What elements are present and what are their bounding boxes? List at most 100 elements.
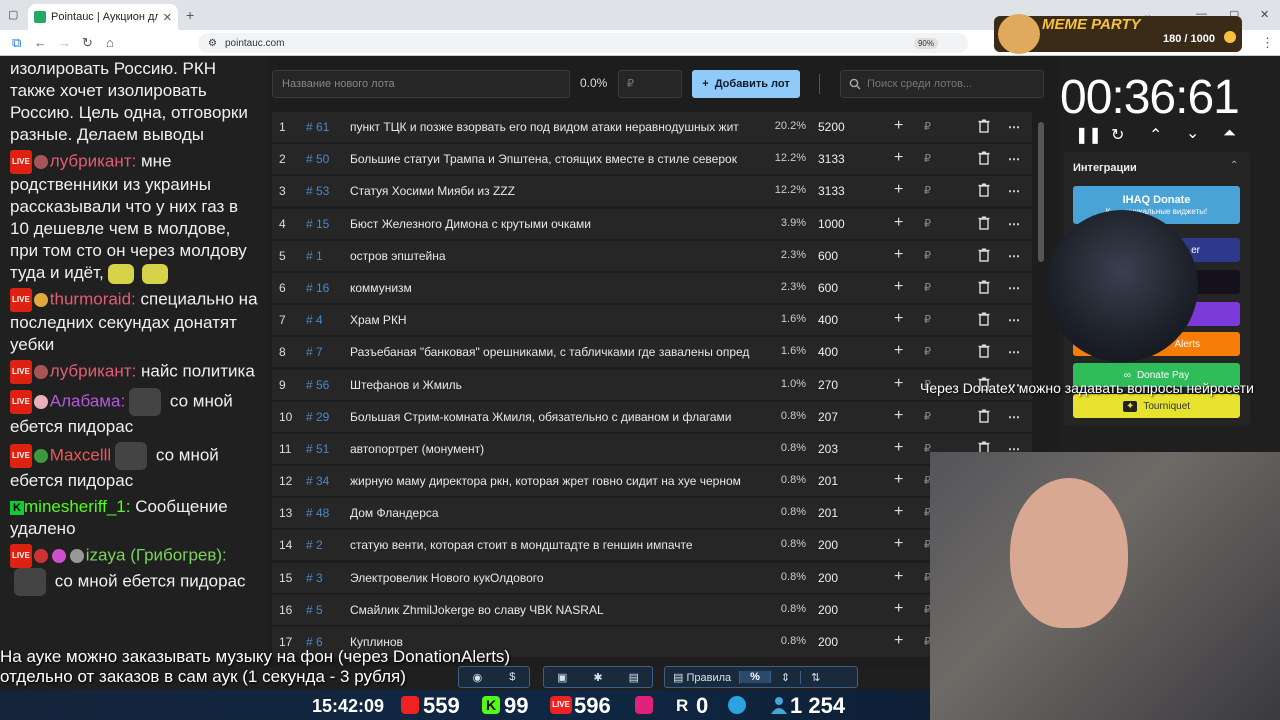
- lots-scrollbar[interactable]: [1038, 122, 1044, 262]
- lot-name[interactable]: Штефанов и Жмиль: [350, 378, 764, 392]
- bug-icon[interactable]: ✱: [593, 671, 602, 684]
- add-amount-icon[interactable]: +: [894, 632, 903, 650]
- lot-name[interactable]: автопортрет (монумент): [350, 442, 764, 456]
- lot-row[interactable]: 9 # 56 Штефанов и Жмиль 1.0% 270 + ₽ ⋯: [272, 369, 1032, 400]
- back-icon[interactable]: ←: [34, 35, 47, 50]
- add-amount-icon[interactable]: +: [894, 535, 903, 553]
- add-amount-icon[interactable]: +: [894, 278, 903, 296]
- sidebar-icon[interactable]: ⧉: [12, 35, 21, 51]
- lot-amount-input[interactable]: ₽: [924, 345, 931, 358]
- lot-name[interactable]: Храм РКН: [350, 313, 764, 327]
- tab-menu-icon[interactable]: ▢: [8, 8, 18, 21]
- delete-icon[interactable]: [978, 409, 990, 426]
- add-amount-icon[interactable]: +: [894, 407, 903, 425]
- lot-name[interactable]: Статуя Хосими Мияби из ZZZ: [350, 184, 764, 198]
- lot-name[interactable]: Большая Стрим-комната Жмиля, обязательно…: [350, 410, 764, 424]
- pause-icon[interactable]: ❚❚: [1075, 125, 1102, 145]
- delete-icon[interactable]: [978, 312, 990, 329]
- zoom-badge[interactable]: 90%: [913, 37, 938, 49]
- new-lot-input[interactable]: Название нового лота: [272, 70, 570, 98]
- more-icon[interactable]: ⋯: [1008, 313, 1020, 327]
- add-amount-icon[interactable]: +: [894, 214, 903, 232]
- add-amount-icon[interactable]: +: [894, 375, 903, 393]
- lot-row[interactable]: 5 # 1 остров эпштейна 2.3% 600 + ₽ ⋯: [272, 240, 1032, 271]
- collapse-icon[interactable]: ⌃: [1230, 160, 1238, 171]
- more-icon[interactable]: ⋯: [1008, 152, 1020, 166]
- lot-name[interactable]: Смайлик ZhmilJokerge во славу ЧВК NASRAL: [350, 603, 764, 617]
- lot-row[interactable]: 8 # 7 Разъебаная "банковая" орешниками, с …: [272, 337, 1032, 368]
- site-info-icon[interactable]: ⚙: [208, 38, 217, 49]
- add-amount-icon[interactable]: +: [894, 117, 903, 135]
- lot-amount-input[interactable]: ₽: [924, 249, 931, 262]
- add-amount-icon[interactable]: +: [894, 310, 903, 328]
- lot-amount-input[interactable]: ₽: [924, 410, 931, 423]
- rules-button[interactable]: ▤ Правила: [665, 670, 741, 684]
- more-icon[interactable]: ⋯: [1008, 281, 1020, 295]
- add-amount-icon[interactable]: +: [894, 342, 903, 360]
- delete-icon[interactable]: [978, 280, 990, 297]
- add-amount-icon[interactable]: +: [894, 471, 903, 489]
- url-field[interactable]: ⚙ pointauc.com 90%: [198, 33, 968, 53]
- lot-name[interactable]: коммунизм: [350, 281, 764, 295]
- amount-input[interactable]: ₽: [618, 70, 682, 98]
- lot-name[interactable]: остров эпштейна: [350, 249, 764, 263]
- lot-amount-input[interactable]: ₽: [924, 281, 931, 294]
- more-icon[interactable]: ⋯: [1008, 217, 1020, 231]
- browser-menu-icon[interactable]: ⋮: [1261, 35, 1274, 51]
- delete-icon[interactable]: [978, 344, 990, 361]
- percent-toggle[interactable]: %: [740, 671, 771, 683]
- reload-icon[interactable]: ↻: [82, 35, 93, 51]
- lot-row[interactable]: 14 # 2 статую венти, которая стоит в мондш…: [272, 530, 1032, 561]
- clear-icon[interactable]: ▤: [629, 671, 639, 684]
- add-amount-icon[interactable]: +: [894, 600, 903, 618]
- lot-name[interactable]: Разъебаная "банковая" орешниками, с табл…: [350, 345, 764, 359]
- lot-name[interactable]: статую венти, которая стоит в мондштадте…: [350, 538, 764, 552]
- lot-row[interactable]: 3 # 53 Статуя Хосими Мияби из ZZZ 12.2% 3133…: [272, 176, 1032, 207]
- delete-icon[interactable]: [978, 216, 990, 233]
- home-icon[interactable]: ⌂: [106, 35, 114, 50]
- add-amount-icon[interactable]: +: [894, 149, 903, 167]
- delete-icon[interactable]: [978, 119, 990, 136]
- lot-name[interactable]: Бюст Железного Димона с крутыми очками: [350, 217, 764, 231]
- tourniquet-button[interactable]: ✦ Tourniquet: [1073, 394, 1240, 418]
- more-icon[interactable]: ⋯: [1008, 120, 1020, 134]
- more-icon[interactable]: ⋯: [1008, 184, 1020, 198]
- lot-row[interactable]: 11 # 51 автопортрет (монумент) 0.8% 203 + ₽ ⋯: [272, 433, 1032, 464]
- lot-row[interactable]: 15 # 3 Электровелик Нового кукОлдового 0.8%…: [272, 562, 1032, 593]
- lot-name[interactable]: жирную маму директора ркн, которая жрет …: [350, 474, 764, 488]
- lot-row[interactable]: 7 # 4 Храм РКН 1.6% 400 + ₽ ⋯: [272, 305, 1032, 336]
- lot-row[interactable]: 16 # 5 Смайлик ZhmilJokerge во славу ЧВК N…: [272, 594, 1032, 625]
- add-amount-icon[interactable]: +: [894, 246, 903, 264]
- lot-amount-input[interactable]: ₽: [924, 120, 931, 133]
- compact-icon[interactable]: ⇕: [771, 670, 802, 684]
- add-amount-icon[interactable]: +: [894, 181, 903, 199]
- forward-icon[interactable]: →: [58, 35, 71, 50]
- lot-amount-input[interactable]: ₽: [924, 217, 931, 230]
- lot-row[interactable]: 12 # 34 жирную маму директора ркн, которая…: [272, 466, 1032, 497]
- lot-amount-input[interactable]: ₽: [924, 152, 931, 165]
- close-window-icon[interactable]: ✕: [1260, 8, 1269, 21]
- lot-search-input[interactable]: Поиск среди лотов...: [840, 70, 1044, 98]
- lot-name[interactable]: пункт ТЦК и позже взорвать его под видом…: [350, 120, 764, 134]
- add-lot-button[interactable]: + Добавить лот: [692, 70, 800, 98]
- subtract-time-icon[interactable]: ⌄: [1186, 123, 1199, 143]
- lot-row[interactable]: 10 # 29 Большая Стрим-комната Жмиля, обяза…: [272, 401, 1032, 432]
- lot-row[interactable]: 1 # 61 пункт ТЦК и позже взорвать его под …: [272, 112, 1032, 142]
- add-time-icon[interactable]: ⌃: [1149, 125, 1162, 145]
- lot-row[interactable]: 13# 48Дом Фландерса0.8%201+₽⋯: [272, 498, 1032, 529]
- add-amount-icon[interactable]: +: [894, 568, 903, 586]
- lot-name[interactable]: Электровелик Нового кукОлдового: [350, 571, 764, 585]
- github-icon[interactable]: ◉: [473, 671, 483, 684]
- add-amount-icon[interactable]: +: [894, 439, 903, 457]
- browser-tab[interactable]: Pointauc | Аукцион для стрима ✕: [28, 4, 178, 30]
- close-tab-icon[interactable]: ✕: [163, 11, 172, 24]
- new-tab-icon[interactable]: +: [186, 7, 194, 23]
- more-icon[interactable]: ⋯: [1008, 410, 1020, 424]
- lot-amount-input[interactable]: ₽: [924, 184, 931, 197]
- lot-row[interactable]: 2 # 50 Большие статуи Трампа и Эпштена, ст…: [272, 144, 1032, 175]
- delete-icon[interactable]: [978, 151, 990, 168]
- delete-icon[interactable]: [978, 183, 990, 200]
- lot-name[interactable]: Дом Фландерса: [350, 506, 764, 520]
- lot-amount-input[interactable]: ₽: [924, 313, 931, 326]
- save-icon[interactable]: ▣: [557, 671, 567, 684]
